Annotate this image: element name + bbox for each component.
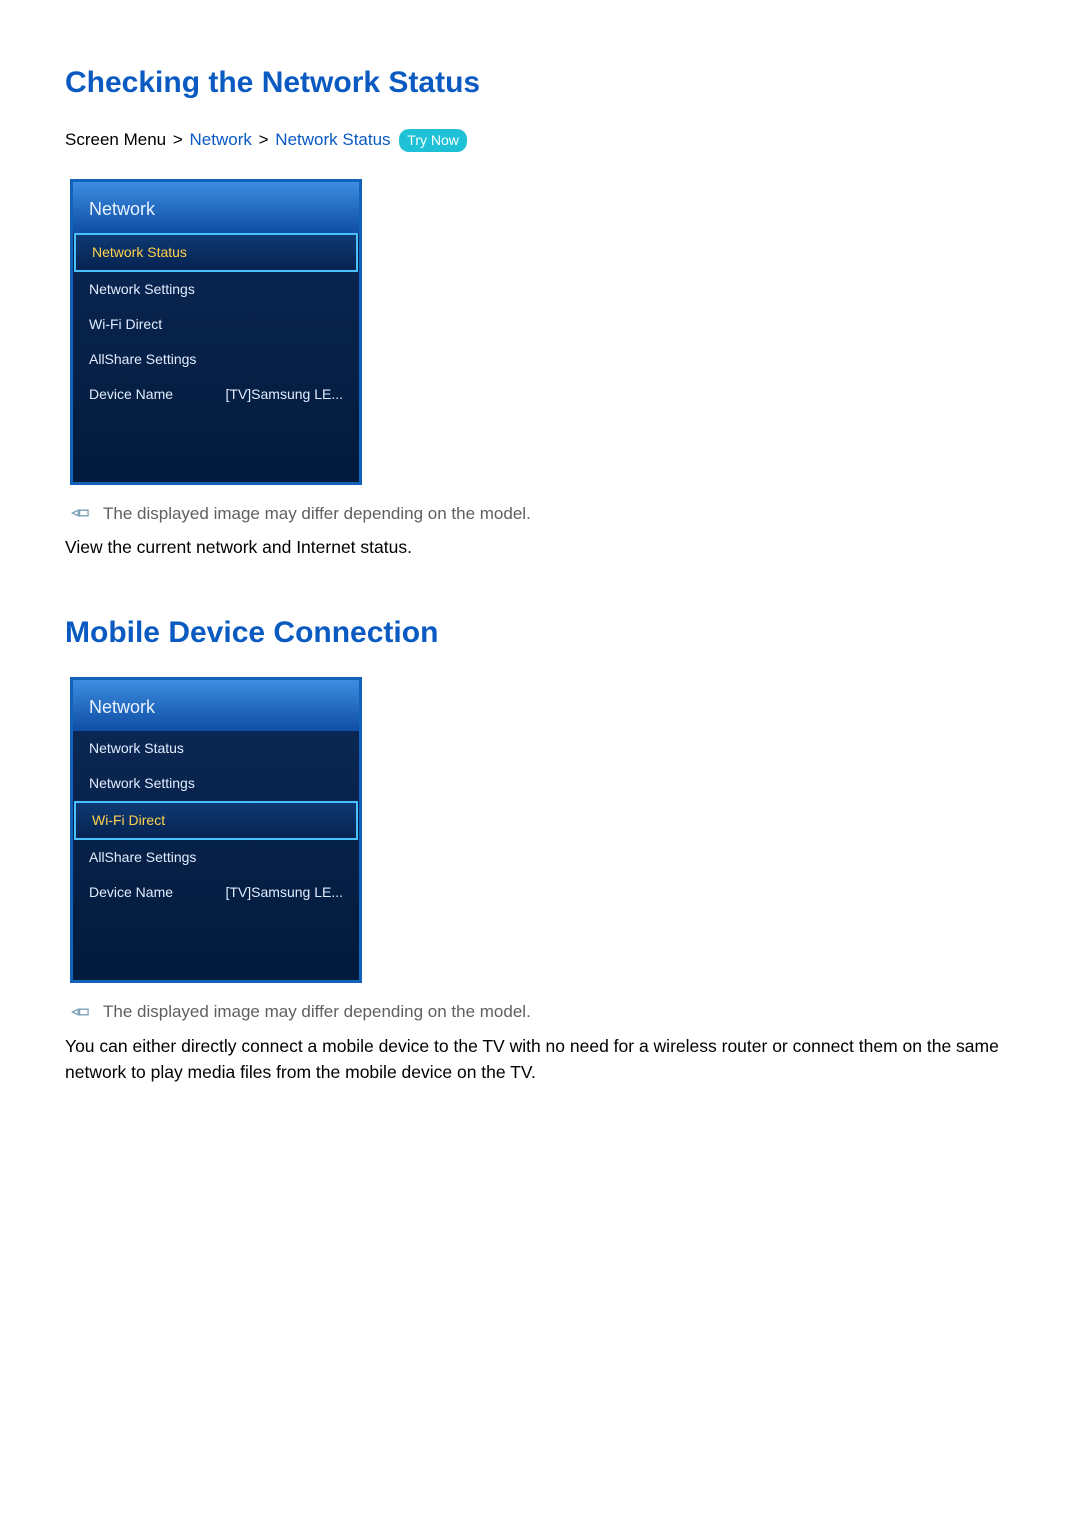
chevron-right-icon: > <box>259 130 269 149</box>
menu-item-label: Wi-Fi Direct <box>92 810 165 831</box>
menu-item-label: Network Settings <box>89 773 195 794</box>
note-text: The displayed image may differ depending… <box>103 999 531 1025</box>
menu-header: Network <box>73 680 359 731</box>
menu-item-device-name[interactable]: Device Name [TV]Samsung LE... <box>73 875 359 910</box>
menu-empty-space <box>73 412 359 482</box>
menu-item-value: [TV]Samsung LE... <box>226 384 344 405</box>
menu-empty-space <box>73 910 359 980</box>
menu-item-label: Network Settings <box>89 279 195 300</box>
note-text: The displayed image may differ depending… <box>103 501 531 527</box>
menu-item-label: AllShare Settings <box>89 847 196 868</box>
menu-item-wifi-direct[interactable]: Wi-Fi Direct <box>74 801 358 840</box>
menu-item-label: Network Status <box>92 242 187 263</box>
chevron-right-icon: > <box>173 130 183 149</box>
menu-item-network-settings[interactable]: Network Settings <box>73 272 359 307</box>
section-body: You can either directly connect a mobile… <box>65 1033 1015 1086</box>
breadcrumb-link: Network Status <box>275 130 390 149</box>
menu-item-allshare-settings[interactable]: AllShare Settings <box>73 342 359 377</box>
menu-item-label: Device Name <box>89 384 173 405</box>
pencil-icon <box>70 1001 93 1024</box>
network-menu-panel: Network Network Status Network Settings … <box>70 677 362 983</box>
section-body: View the current network and Internet st… <box>65 534 1015 560</box>
menu-item-network-settings[interactable]: Network Settings <box>73 766 359 801</box>
breadcrumb-link: Network <box>190 130 252 149</box>
menu-item-value: [TV]Samsung LE... <box>226 882 344 903</box>
pencil-icon <box>70 502 93 525</box>
network-menu-panel: Network Network Status Network Settings … <box>70 179 362 485</box>
section-heading: Mobile Device Connection <box>65 610 1015 655</box>
section-heading: Checking the Network Status <box>65 60 1015 105</box>
menu-item-wifi-direct[interactable]: Wi-Fi Direct <box>73 307 359 342</box>
menu-item-label: AllShare Settings <box>89 349 196 370</box>
menu-item-network-status[interactable]: Network Status <box>73 731 359 766</box>
menu-item-network-status[interactable]: Network Status <box>74 233 358 272</box>
breadcrumb: Screen Menu > Network > Network Status T… <box>65 127 1015 153</box>
menu-item-label: Network Status <box>89 738 184 759</box>
menu-header: Network <box>73 182 359 233</box>
menu-item-label: Device Name <box>89 882 173 903</box>
try-now-badge[interactable]: Try Now <box>399 129 467 152</box>
menu-item-device-name[interactable]: Device Name [TV]Samsung LE... <box>73 377 359 412</box>
menu-item-allshare-settings[interactable]: AllShare Settings <box>73 840 359 875</box>
menu-item-label: Wi-Fi Direct <box>89 314 162 335</box>
breadcrumb-prefix: Screen Menu <box>65 130 166 149</box>
